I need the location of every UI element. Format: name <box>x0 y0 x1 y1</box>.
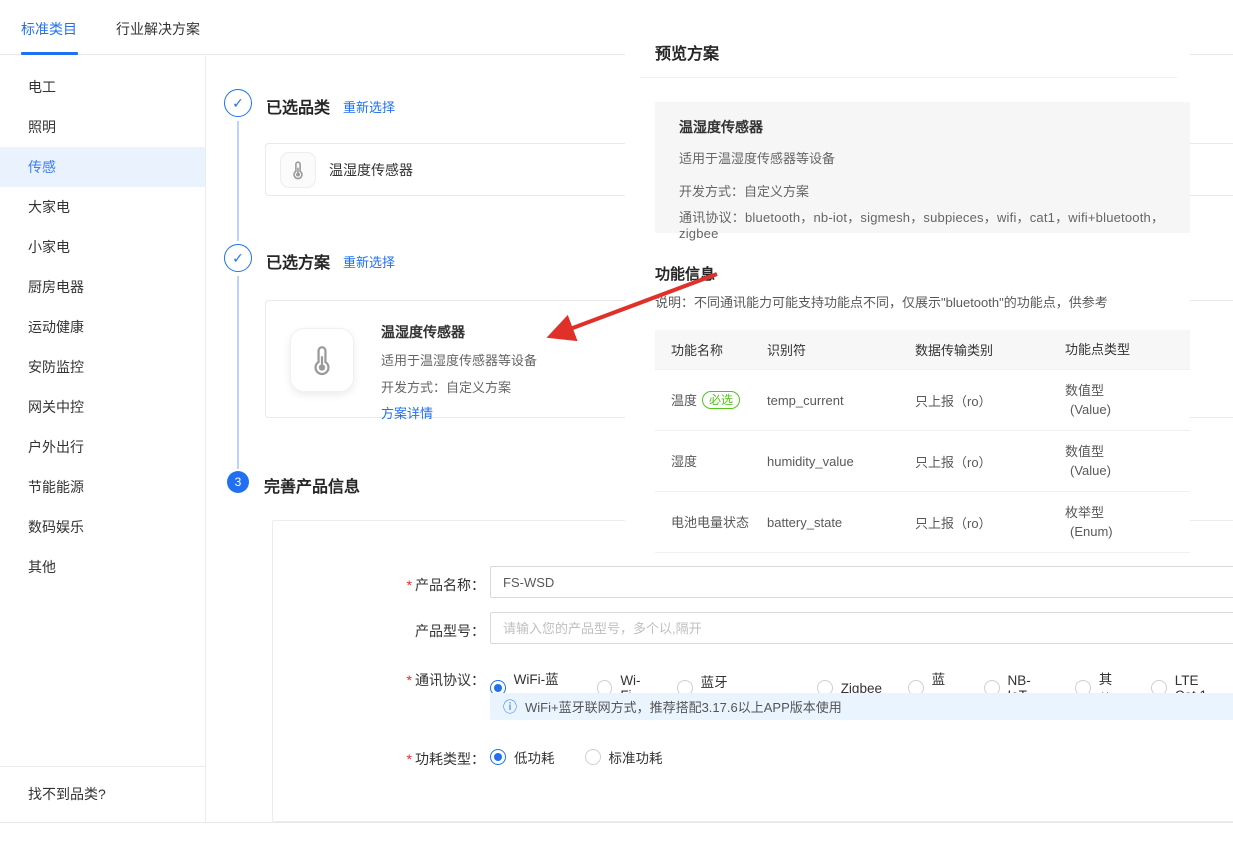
dp-name: 电池电量状态 <box>671 513 749 532</box>
cannot-find-category-link[interactable]: 找不到品类? <box>0 766 205 822</box>
sidebar-item-gateway[interactable]: 网关中控 <box>0 387 205 427</box>
check-icon: ✓ <box>232 250 244 266</box>
sidebar-item-other[interactable]: 其他 <box>0 547 205 587</box>
solution-detail-link[interactable]: 方案详情 <box>381 403 537 422</box>
table-row: 湿度 humidity_value 只上报（ro） 数值型(Value) <box>655 431 1190 492</box>
radio-icon <box>585 749 601 765</box>
sidebar-item-sensor[interactable]: 传感 <box>0 147 205 187</box>
selected-category-name: 温湿度传感器 <box>329 144 413 196</box>
dp-type: 数值型(Value) <box>1063 442 1190 480</box>
step3-title: 完善产品信息 <box>264 473 360 497</box>
table-row: 电池电量状态 battery_state 只上报（ro） 枚举型(Enum) <box>655 492 1190 553</box>
power-type-radio-group: 低功耗 标准功耗 <box>490 747 663 767</box>
step2-check-circle: ✓ <box>224 244 252 272</box>
protocol-note-text: WiFi+蓝牙联网方式，推荐搭配3.17.6以上APP版本使用 <box>525 697 842 716</box>
dp-code: temp_current <box>765 393 913 408</box>
radio-standard-power[interactable]: 标准功耗 <box>585 747 663 767</box>
solution-name: 温湿度传感器 <box>381 322 537 342</box>
step1-reselect-link[interactable]: 重新选择 <box>343 97 395 116</box>
footer-bar: 创建产品 <box>0 822 1233 865</box>
dp-type: 枚举型(Enum) <box>1063 503 1190 541</box>
preview-title: 预览方案 <box>655 40 719 64</box>
product-name-input[interactable] <box>490 566 1233 598</box>
solution-icon-box <box>290 328 354 392</box>
dp-transfer: 只上报（ro） <box>913 452 1063 471</box>
solution-card-text: 温湿度传感器 适用于温湿度传感器等设备 开发方式：自定义方案 方案详情 <box>381 322 537 422</box>
required-mark: * <box>407 577 412 593</box>
function-info-title: 功能信息 <box>655 263 715 284</box>
solution-dev-mode: 开发方式：自定义方案 <box>381 377 537 396</box>
category-icon-box <box>280 152 316 188</box>
required-mark: * <box>407 751 412 767</box>
step-connector-line <box>237 276 239 469</box>
preview-divider <box>640 77 1177 78</box>
step3-number: 3 <box>235 475 242 489</box>
step1-check-circle: ✓ <box>224 89 252 117</box>
product-create-page: 标准类目 行业解决方案 电工 照明 传感 大家电 小家电 厨房电器 运动健康 安… <box>0 0 1233 865</box>
step2-reselect-link[interactable]: 重新选择 <box>343 252 395 271</box>
step2-title: 已选方案 <box>266 249 330 273</box>
step3-number-circle: 3 <box>227 471 249 493</box>
category-sidebar: 电工 照明 传感 大家电 小家电 厨房电器 运动健康 安防监控 网关中控 户外出… <box>0 56 206 822</box>
dp-code: battery_state <box>765 515 913 530</box>
required-mark: * <box>407 672 412 688</box>
radio-icon <box>490 749 506 765</box>
sidebar-item-kitchen-appliance[interactable]: 厨房电器 <box>0 267 205 307</box>
preview-panel: 预览方案 温湿度传感器 适用于温湿度传感器等设备 开发方式：自定义方案 通讯协议… <box>625 0 1190 559</box>
protocol-label: *通讯协议： <box>355 670 485 690</box>
function-table: 功能名称 识别符 数据传输类别 功能点类型 温度必选 temp_current … <box>655 330 1190 553</box>
protocol-info-note: ⓘ WiFi+蓝牙联网方式，推荐搭配3.17.6以上APP版本使用 <box>490 693 1233 720</box>
dp-name: 温度 <box>671 391 697 410</box>
preview-dev-mode: 开发方式：自定义方案 <box>679 181 1166 200</box>
sidebar-item-entertainment[interactable]: 数码娱乐 <box>0 507 205 547</box>
solution-desc: 适用于温湿度传感器等设备 <box>381 350 537 369</box>
sidebar-item-outdoor[interactable]: 户外出行 <box>0 427 205 467</box>
active-tab-underline <box>21 52 78 55</box>
preview-solution-desc: 适用于温湿度传感器等设备 <box>679 148 1166 167</box>
dp-transfer: 只上报（ro） <box>913 513 1063 532</box>
info-icon: ⓘ <box>503 697 517 717</box>
sidebar-item-small-appliance[interactable]: 小家电 <box>0 227 205 267</box>
dp-type: 数值型(Value) <box>1063 381 1190 419</box>
product-model-label: 产品型号： <box>355 621 485 641</box>
function-info-note: 说明：不同通讯能力可能支持功能点不同，仅展示"bluetooth"的功能点，供参… <box>655 292 1108 311</box>
dp-code: humidity_value <box>765 454 913 469</box>
sidebar-item-large-appliance[interactable]: 大家电 <box>0 187 205 227</box>
sidebar-item-security[interactable]: 安防监控 <box>0 347 205 387</box>
preview-solution-name: 温湿度传感器 <box>679 117 1166 137</box>
tab-industry-solution[interactable]: 行业解决方案 <box>116 19 200 39</box>
sidebar-item-electrical[interactable]: 电工 <box>0 67 205 107</box>
dp-name: 湿度 <box>671 452 697 471</box>
col-transfer-type: 数据传输类别 <box>913 340 1063 359</box>
step-connector-line <box>237 121 239 241</box>
preview-summary-box: 温湿度传感器 适用于温湿度传感器等设备 开发方式：自定义方案 通讯协议：blue… <box>655 102 1190 233</box>
function-table-header: 功能名称 识别符 数据传输类别 功能点类型 <box>655 330 1190 370</box>
radio-low-power[interactable]: 低功耗 <box>490 747 555 767</box>
step1-title: 已选品类 <box>266 94 330 118</box>
required-badge: 必选 <box>702 391 740 409</box>
col-identifier: 识别符 <box>765 340 913 359</box>
product-model-input[interactable] <box>490 612 1233 644</box>
check-icon: ✓ <box>232 95 244 111</box>
power-type-label: *功耗类型： <box>355 749 485 769</box>
col-function-name: 功能名称 <box>655 340 765 359</box>
table-row: 温度必选 temp_current 只上报（ro） 数值型(Value) <box>655 370 1190 431</box>
sidebar-item-energy[interactable]: 节能能源 <box>0 467 205 507</box>
dp-transfer: 只上报（ro） <box>913 391 1063 410</box>
tab-standard-category[interactable]: 标准类目 <box>21 19 77 39</box>
preview-protocols: 通讯协议：bluetooth，nb-iot，sigmesh，subpieces，… <box>679 207 1166 241</box>
sidebar-item-lighting[interactable]: 照明 <box>0 107 205 147</box>
sidebar-item-sport-health[interactable]: 运动健康 <box>0 307 205 347</box>
thermometer-icon <box>304 342 340 378</box>
thermometer-icon <box>287 159 309 181</box>
col-dp-type: 功能点类型 <box>1063 340 1190 359</box>
product-name-label: *产品名称： <box>355 575 485 595</box>
